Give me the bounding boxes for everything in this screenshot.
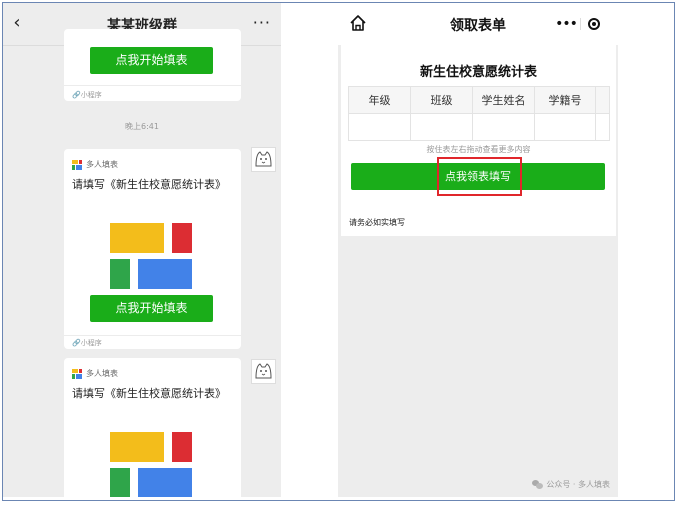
form-panel: 新生住校意愿统计表 年级 班级 学生姓名 学籍号 按住表左右拖动查看更多内容 点… xyxy=(341,45,616,236)
chat-screen: ‹ 某某班级群 ··· 点我开始填表 🔗小程序 晚上6:41 多人填表 请填写《… xyxy=(3,3,281,497)
table-cell[interactable] xyxy=(472,113,535,141)
mini-program-screen: 领取表单 ••• 新生住校意愿统计表 年级 班级 学生姓名 学籍号 按住表左右拖… xyxy=(338,3,618,497)
avatar[interactable] xyxy=(251,147,276,172)
form-table[interactable]: 年级 班级 学生姓名 学籍号 xyxy=(348,86,610,141)
mini-program-tag: 🔗小程序 xyxy=(72,91,102,99)
more-icon[interactable]: ··· xyxy=(253,13,271,32)
column-header: 学籍号 xyxy=(534,86,596,114)
close-mini-program-icon[interactable] xyxy=(581,13,609,35)
table-cell[interactable] xyxy=(410,113,473,141)
app-logo-icon xyxy=(72,159,82,170)
app-source: 多人填表 xyxy=(72,159,118,170)
column-header xyxy=(595,86,610,114)
form-title: 新生住校意愿统计表 xyxy=(419,65,537,80)
app-logo-icon xyxy=(72,368,82,379)
chat-timestamp: 晚上6:41 xyxy=(125,122,159,131)
link-icon: 🔗 xyxy=(72,339,81,347)
app-cover-image xyxy=(110,432,192,497)
card-title: 请填写《新生住校意愿统计表》 xyxy=(72,178,226,191)
start-fill-button[interactable]: 点我开始填表 xyxy=(90,47,213,74)
column-header: 年级 xyxy=(348,86,411,114)
mini-program-card[interactable]: 多人填表 请填写《新生住校意愿统计表》 点我开始填表 🔗小程序 xyxy=(64,149,241,349)
column-header: 班级 xyxy=(410,86,473,114)
table-row[interactable] xyxy=(348,113,610,141)
highlight-box xyxy=(437,157,522,196)
mini-program-card[interactable]: 多人填表 请填写《新生住校意愿统计表》 xyxy=(64,358,241,497)
card-title: 请填写《新生住校意愿统计表》 xyxy=(72,387,226,400)
table-cell[interactable] xyxy=(534,113,596,141)
column-header: 学生姓名 xyxy=(472,86,535,114)
watermark: 公众号 · 多人填表 xyxy=(532,479,610,490)
divider xyxy=(64,85,241,86)
avatar[interactable] xyxy=(251,359,276,384)
mini-program-tag: 🔗小程序 xyxy=(72,339,102,347)
watermark-text: 公众号 · 多人填表 xyxy=(546,480,610,489)
link-icon: 🔗 xyxy=(72,91,81,99)
table-cell[interactable] xyxy=(348,113,411,141)
wechat-icon xyxy=(532,480,544,489)
divider xyxy=(64,335,241,336)
mini-program-header: 领取表单 ••• xyxy=(338,3,618,45)
scroll-hint: 按住表左右拖动查看更多内容 xyxy=(426,145,531,154)
table-header-row: 年级 班级 学生姓名 学籍号 xyxy=(348,86,610,114)
start-fill-button[interactable]: 点我开始填表 xyxy=(90,295,213,322)
cat-avatar-icon xyxy=(255,151,272,167)
menu-capsule: ••• xyxy=(552,13,610,35)
mini-program-card[interactable]: 点我开始填表 🔗小程序 xyxy=(64,29,241,101)
app-source: 多人填表 xyxy=(72,368,118,379)
table-cell[interactable] xyxy=(595,113,610,141)
notice-text: 请务必如实填写 xyxy=(349,218,405,227)
more-menu-icon[interactable]: ••• xyxy=(552,13,580,35)
app-name: 多人填表 xyxy=(86,369,118,378)
app-name: 多人填表 xyxy=(86,160,118,169)
app-cover-image xyxy=(110,223,192,289)
cat-avatar-icon xyxy=(255,363,272,379)
